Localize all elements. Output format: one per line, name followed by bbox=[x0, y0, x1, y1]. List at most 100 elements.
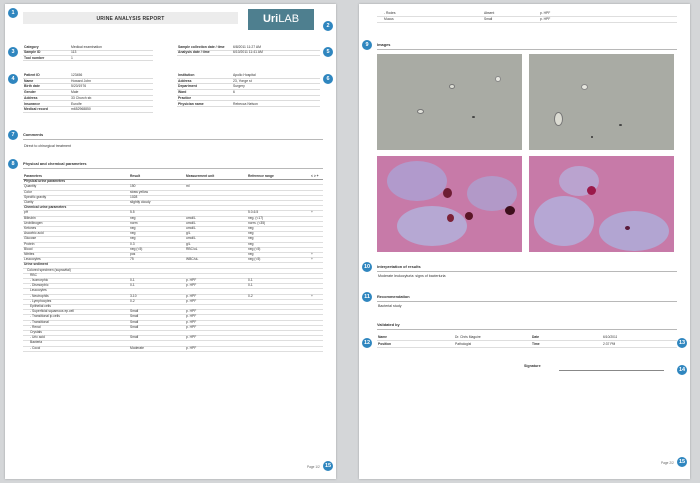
info-value: Howard John bbox=[71, 78, 91, 83]
cell-shape bbox=[619, 124, 622, 126]
info-key: Sample ID bbox=[24, 50, 41, 55]
param-name: - Rodes bbox=[384, 11, 396, 15]
param-name: Mucus bbox=[384, 16, 394, 21]
info-key: Practice bbox=[178, 95, 192, 100]
info-value: Surgery bbox=[233, 84, 245, 89]
info-value: 23, Yonge st bbox=[233, 78, 252, 83]
validation-value: 6/10/2011 bbox=[603, 335, 618, 339]
physchem-title: Physical and chemical parameters bbox=[23, 161, 87, 166]
info-value: Male bbox=[71, 90, 79, 95]
badge-15-page-2: 15 bbox=[677, 457, 687, 467]
info-row: Analysis date / time 6/10/2011 11:41 AM bbox=[177, 50, 320, 56]
logo-text-light: LAB bbox=[278, 13, 300, 25]
validation-key: Position bbox=[378, 341, 392, 346]
badge-12: 12 bbox=[362, 338, 372, 348]
info-row: Tool number 1 bbox=[23, 56, 153, 62]
badge-1: 1 bbox=[8, 8, 18, 18]
param-result: Absent bbox=[484, 11, 495, 15]
info-value: 113 bbox=[71, 50, 77, 55]
info-key: Address bbox=[178, 78, 192, 83]
cell-shape bbox=[417, 109, 424, 114]
urilab-logo: UriLAB bbox=[248, 9, 314, 30]
badge-3: 3 bbox=[8, 47, 18, 57]
param-unit: p. HPF bbox=[540, 16, 551, 21]
cell-shape bbox=[591, 136, 593, 138]
comments-text: Direct to chirurgical treatment bbox=[24, 144, 71, 148]
info-key: Birth date bbox=[24, 84, 40, 89]
param-name: - Cocci bbox=[30, 345, 41, 350]
cell-shape bbox=[472, 116, 475, 118]
validated-title: Validated by bbox=[377, 322, 400, 327]
stained-cell bbox=[447, 214, 454, 222]
info-value: 123456 bbox=[71, 73, 83, 77]
comments-title: Comments bbox=[23, 132, 44, 137]
info-key: Insurance bbox=[24, 101, 41, 106]
badge-8: 8 bbox=[8, 159, 18, 169]
logo-text-bold: Uri bbox=[262, 13, 279, 25]
microscopy-image-4 bbox=[529, 156, 674, 252]
validation-value: 2:37 PM bbox=[603, 341, 616, 346]
info-key: Name bbox=[24, 78, 34, 83]
validation-row: Position Pathologist Time 2:37 PM bbox=[377, 341, 677, 348]
microscopy-image-2 bbox=[529, 54, 674, 150]
param-unit: p. HPF bbox=[540, 11, 551, 15]
table-row: Mucus Small p. HPF bbox=[377, 17, 677, 23]
stain-region bbox=[534, 196, 594, 246]
physchem-divider bbox=[23, 168, 323, 169]
stain-region bbox=[599, 211, 669, 251]
info-value: 5/20/1976 bbox=[71, 84, 87, 89]
info-row: Physician name Rebecca Nelson bbox=[177, 102, 320, 108]
stain-region bbox=[387, 161, 447, 201]
info-key: Department bbox=[178, 84, 197, 89]
info-key: Analysis date / time bbox=[178, 50, 210, 55]
cell-shape bbox=[449, 84, 455, 89]
info-value: 1 bbox=[71, 55, 73, 60]
badge-4: 4 bbox=[8, 74, 18, 84]
cell-shape bbox=[495, 76, 501, 82]
recommendation-text: Bacterial study bbox=[378, 304, 402, 308]
info-key: Medical record bbox=[24, 107, 48, 112]
info-key: Gender bbox=[24, 90, 36, 95]
validation-key: Time bbox=[532, 341, 540, 346]
badge-14: 14 bbox=[677, 365, 687, 375]
interpretation-text: Moderate leukocyturia: signs of bacteriu… bbox=[378, 274, 446, 278]
badge-6: 6 bbox=[323, 74, 333, 84]
interpretation-title: Interpretation of results bbox=[377, 264, 421, 269]
validated-divider bbox=[377, 329, 677, 330]
microscopy-image-3 bbox=[377, 156, 522, 252]
recommendation-divider bbox=[377, 301, 677, 302]
info-key: Tool number bbox=[24, 55, 45, 60]
microscopy-image-1 bbox=[377, 54, 522, 150]
info-key: Sample collection date / time bbox=[178, 45, 225, 49]
stained-cell bbox=[625, 226, 630, 230]
page-number-2: Page 2/2 bbox=[661, 461, 674, 465]
report-title-bar: URINE ANALYSIS REPORT bbox=[23, 12, 238, 24]
param-result: Moderate bbox=[130, 345, 144, 350]
info-key: Ward bbox=[178, 90, 187, 95]
cell-shape bbox=[554, 112, 563, 126]
info-value: m652968850 bbox=[71, 107, 91, 112]
report-title: URINE ANALYSIS REPORT bbox=[96, 15, 165, 22]
info-value: 33 Church str. bbox=[71, 95, 93, 100]
badge-5: 5 bbox=[323, 47, 333, 57]
signature-label: Signature bbox=[524, 364, 541, 368]
info-key: Physician name bbox=[178, 101, 204, 106]
info-value: Rebecca Nelson bbox=[233, 101, 258, 106]
stained-cell bbox=[587, 186, 596, 195]
stained-cell bbox=[443, 188, 452, 198]
badge-15: 15 bbox=[323, 461, 333, 471]
badge-10: 10 bbox=[362, 262, 372, 272]
badge-7: 7 bbox=[8, 130, 18, 140]
page-number-1: Page 1/2 bbox=[307, 465, 320, 469]
validation-value: Dr. Chris Maguire bbox=[455, 335, 481, 339]
recommendation-title: Recommendation bbox=[377, 294, 410, 299]
stain-region bbox=[397, 206, 467, 246]
info-value: Euroife bbox=[71, 101, 82, 106]
cell-shape bbox=[581, 84, 588, 90]
badge-13: 13 bbox=[677, 338, 687, 348]
info-value: 6/8/2011 11:27 AM bbox=[233, 45, 261, 49]
comments-divider bbox=[23, 139, 323, 140]
stained-cell bbox=[465, 212, 473, 220]
info-row: Medical record m652968850 bbox=[23, 107, 153, 113]
info-value: 6 bbox=[233, 90, 235, 95]
